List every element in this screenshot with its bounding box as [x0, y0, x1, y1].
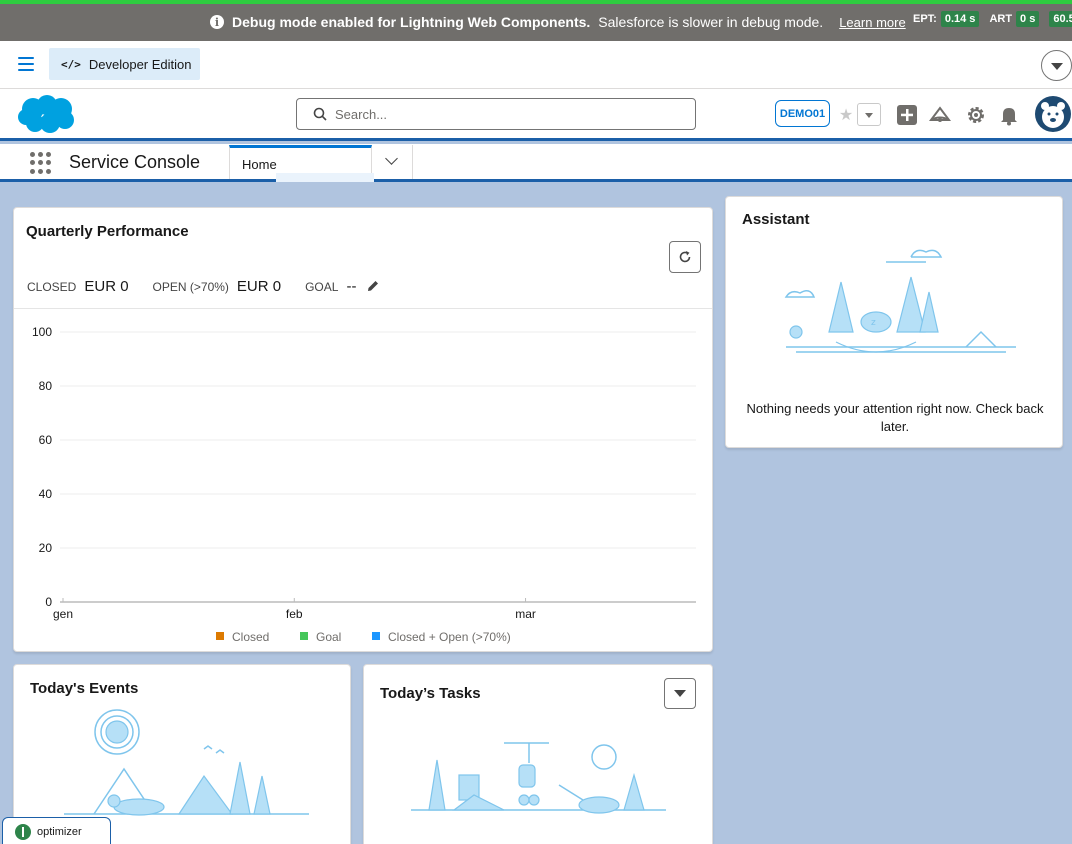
card-title: Today's Events [30, 680, 139, 697]
global-header: Search... DEMO01 ★ [0, 89, 1072, 141]
legend-swatch [300, 632, 308, 640]
optimizer-label: optimizer [37, 826, 82, 838]
card-title: Assistant [742, 211, 810, 228]
x-tick-label: mar [515, 607, 536, 621]
app-name: Service Console [69, 152, 201, 172]
metric-label: ART [989, 13, 1013, 25]
metric-label: EPT: [913, 13, 937, 25]
refresh-icon [679, 251, 691, 263]
salesforce-logo[interactable] [16, 93, 76, 135]
x-tick-label: feb [286, 607, 303, 621]
optimizer-icon [15, 824, 31, 840]
legend-label: Goal [316, 630, 341, 644]
metric-value: 0 s [1016, 11, 1040, 27]
info-icon: i [210, 15, 224, 29]
chevron-down-icon[interactable] [1041, 50, 1072, 81]
stat-value-goal: -- [346, 278, 357, 295]
assistant-message: Nothing needs your attention right now. … [746, 401, 1044, 434]
search-placeholder: Search... [335, 106, 388, 122]
star-icon[interactable]: ★ [835, 103, 857, 126]
console-nav: Service Console Home [0, 144, 1072, 182]
hamburger-icon[interactable] [18, 57, 34, 71]
legend-swatch [372, 632, 380, 640]
stat-value-closed: EUR 0 [84, 278, 129, 295]
refresh-button[interactable] [669, 241, 701, 273]
y-tick-label: 60 [39, 433, 53, 447]
assistant-illustration: z [784, 249, 1016, 353]
edit-goal-icon[interactable] [366, 279, 380, 293]
edition-label: Developer Edition [88, 56, 192, 72]
x-tick-label: gen [53, 607, 73, 621]
legend-swatch [216, 632, 224, 640]
y-tick-label: 20 [39, 541, 53, 555]
gear-icon[interactable] [965, 104, 987, 126]
assistant-card: Assistant z Nothing needs your attention… [725, 196, 1063, 448]
tab-home[interactable]: Home [229, 145, 374, 182]
debug-banner: i Debug mode enabled for Lightning Web C… [0, 0, 1072, 41]
divider [14, 308, 712, 309]
app-launcher-icon[interactable] [30, 152, 52, 174]
svg-text:z: z [871, 318, 876, 328]
stat-label-closed: CLOSED [27, 280, 77, 294]
favorites-dropdown-icon[interactable] [857, 103, 881, 126]
favorites: ★ [835, 103, 881, 126]
performance-metrics: EPT: 0.14 s ART 0 s 60.5 [913, 11, 1072, 27]
search-input[interactable]: Search... [296, 98, 696, 130]
org-badge[interactable]: DEMO01 [775, 100, 830, 127]
edition-bar: </> Developer Edition [0, 41, 1072, 89]
stat-value-open: EUR 0 [236, 278, 282, 295]
search-icon [313, 107, 327, 121]
y-tick-label: 40 [39, 487, 53, 501]
developer-edition-badge[interactable]: </> Developer Edition [49, 48, 200, 80]
performance-stats: CLOSED EUR 0 OPEN (>70%) EUR 0 GOAL -- [27, 277, 380, 295]
metric-value: 60.5 [1049, 11, 1072, 27]
learn-more-link[interactable]: Learn more [839, 15, 905, 30]
card-title: Today’s Tasks [380, 685, 481, 702]
tasks-dropdown-button[interactable] [664, 678, 696, 709]
debug-bold-text: Debug mode enabled for Lightning Web Com… [232, 14, 591, 30]
tasks-illustration [411, 742, 666, 814]
add-icon[interactable] [896, 104, 918, 126]
tab-label: Home [242, 157, 277, 172]
tab-dropdown-icon[interactable] [372, 145, 413, 179]
trailhead-icon[interactable] [929, 104, 951, 126]
legend-label: Closed + Open (>70%) [388, 630, 511, 644]
metric-value: 0.14 s [940, 11, 980, 27]
y-tick-label: 80 [39, 379, 53, 393]
bell-icon[interactable] [998, 104, 1020, 126]
quarterly-chart: 0 20 40 60 80 100 gen feb mar Closed Goal Closed + … [32, 325, 696, 644]
debug-text: Salesforce is slower in debug mode. [598, 14, 824, 30]
quarterly-performance-card: Quarterly Performance CLOSED EUR 0 OPEN … [13, 207, 713, 652]
stat-label-goal: GOAL [305, 280, 339, 294]
y-tick-label: 100 [32, 325, 52, 339]
stat-label-open: OPEN (>70%) [152, 280, 229, 294]
legend-label: Closed [232, 630, 269, 644]
card-title: Quarterly Performance [26, 223, 189, 240]
debug-message: i Debug mode enabled for Lightning Web C… [210, 14, 906, 30]
events-illustration [64, 709, 309, 816]
code-icon: </> [61, 57, 81, 71]
optimizer-button[interactable]: optimizer [2, 817, 111, 844]
todays-tasks-card: Today’s Tasks [363, 664, 713, 844]
avatar[interactable] [1035, 96, 1071, 132]
y-tick-label: 0 [45, 595, 52, 609]
